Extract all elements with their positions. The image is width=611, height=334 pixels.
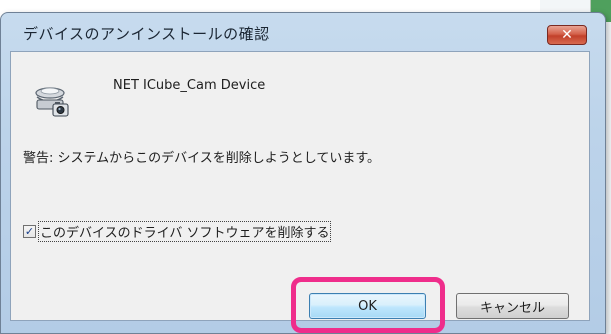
dialog-title: デバイスのアンインストールの確認 xyxy=(23,25,270,43)
delete-driver-checkbox[interactable]: ✓ xyxy=(23,225,36,238)
delete-driver-label[interactable]: このデバイスのドライバ ソフトウェアを削除する xyxy=(37,221,332,242)
title-bar[interactable]: デバイスのアンインストールの確認 ✕ xyxy=(1,13,605,51)
cancel-button[interactable]: キャンセル xyxy=(456,293,569,319)
warning-message: 警告: システムからこのデバイスを削除しようとしています。 xyxy=(23,151,381,166)
close-button[interactable]: ✕ xyxy=(547,25,587,45)
ok-button[interactable]: OK xyxy=(309,293,426,319)
close-icon: ✕ xyxy=(561,27,573,43)
device-name: NET ICube_Cam Device xyxy=(113,78,266,93)
uninstall-confirm-dialog: デバイスのアンインストールの確認 ✕ NET ICube_Cam Device … xyxy=(0,12,606,334)
webcam-icon xyxy=(35,87,69,117)
checkmark-icon: ✓ xyxy=(24,225,35,238)
delete-driver-option[interactable]: ✓ このデバイスのドライバ ソフトウェアを削除する xyxy=(23,221,332,242)
